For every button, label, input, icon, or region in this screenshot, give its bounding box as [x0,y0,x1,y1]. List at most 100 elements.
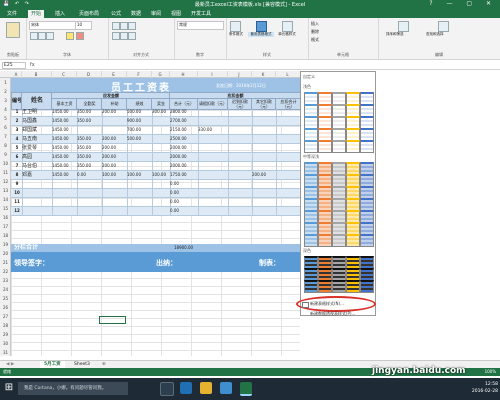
cell-total[interactable]: 2000.00 [169,153,199,162]
table-style-swatch[interactable] [304,140,318,153]
cell-deduct-total[interactable] [275,135,302,144]
cell-late[interactable] [227,180,253,189]
cell-total[interactable]: 0.00 [169,189,199,198]
tab-file[interactable]: 文件 [4,10,20,18]
cell-other[interactable] [251,135,277,144]
underline-icon[interactable] [46,32,54,40]
cell-late[interactable] [227,135,253,144]
cell-late[interactable] [227,126,253,135]
cell-bonus[interactable] [151,126,171,135]
cell-perf[interactable]: 900.00 [126,117,153,126]
cell-name[interactable]: 马五南 [21,135,53,144]
cell-subsidy[interactable]: 200.00 [101,162,128,171]
row-header[interactable]: 8 [0,141,11,150]
cortana-search-box[interactable]: 我是 Cortana，小娜。有问题尽管问我。 [18,382,128,395]
cell-total[interactable]: 0.00 [169,180,199,189]
fill-color-icon[interactable] [66,32,74,40]
cell-deduct-total[interactable] [275,198,302,207]
font-size-box[interactable]: 10 [75,21,92,30]
cell-perf[interactable] [126,180,153,189]
cell-base[interactable]: 1450.00 [51,144,78,153]
cell-perf[interactable]: 500.00 [126,135,153,144]
tab-data[interactable]: 数据 [128,10,144,18]
cell-base[interactable]: 1450.00 [51,117,78,126]
cell-deduct-total[interactable] [275,153,302,162]
cell-name[interactable] [21,207,53,216]
table-style-swatch[interactable] [332,280,346,293]
cell-other[interactable] [251,162,277,171]
cell-other[interactable] [251,144,277,153]
row-header[interactable]: 27 [0,312,11,321]
cell-subsidy[interactable]: 200.00 [101,135,128,144]
cell-bonus[interactable] [151,189,171,198]
cell-other[interactable] [251,198,277,207]
row-header[interactable]: 7 [0,132,11,141]
tab-insert[interactable]: 插入 [52,10,68,18]
cell-subsidy[interactable] [101,180,128,189]
table-style-swatch[interactable] [360,234,374,247]
cell-subsidy[interactable]: 200.00 [101,108,128,117]
insert-button[interactable]: 插入 [311,21,319,27]
cell-other[interactable] [251,153,277,162]
number-format-box[interactable]: 常规 [177,21,224,30]
row-header[interactable]: 17 [0,222,11,231]
row-header[interactable]: 19 [0,240,11,249]
cell-late[interactable] [227,153,253,162]
cell-late[interactable] [227,162,253,171]
col-header[interactable]: H [169,71,198,78]
table-style-swatch[interactable] [332,140,346,153]
cell-perf[interactable]: 700.00 [126,126,153,135]
font-name-box[interactable]: 宋体 [29,21,76,30]
cell-leave[interactable] [197,207,229,216]
cell-attend[interactable] [76,180,103,189]
cell-subsidy[interactable] [101,117,128,126]
cell-total[interactable]: 0.00 [169,207,199,216]
table-format-button[interactable]: 套用表格格式 [248,32,274,37]
bold-icon[interactable] [30,32,38,40]
system-clock[interactable]: 12:58 2016-02-28 [462,381,498,395]
cell-subsidy[interactable] [101,198,128,207]
cell-bonus[interactable] [151,207,171,216]
cell-subsidy[interactable]: 100.00 [101,171,128,180]
row-header[interactable]: 23 [0,276,11,285]
row-header[interactable]: 25 [0,294,11,303]
cell-bonus[interactable] [151,198,171,207]
table-style-swatch[interactable] [346,280,360,293]
cell-deduct-total[interactable] [275,117,302,126]
cell-other[interactable] [251,108,277,117]
cell-name[interactable]: 张爱琴 [21,144,53,153]
cell-total[interactable]: 2150.00 [169,126,199,135]
cell-perf[interactable]: 500.00 [126,108,153,117]
task-view-icon[interactable] [160,382,174,396]
cell-total[interactable]: 2800.00 [169,108,199,117]
cell-base[interactable]: 1450.00 [51,126,78,135]
cell-name[interactable]: 高园 [21,153,53,162]
cell-late[interactable] [227,207,253,216]
cell-bonus[interactable] [151,135,171,144]
align-middle-icon[interactable] [120,22,128,30]
cell-other[interactable]: 200.00 [251,171,277,180]
window-controls[interactable]: ? — ▢ ✕ [429,0,497,7]
cell-perf[interactable] [126,189,153,198]
cell-bonus[interactable] [151,162,171,171]
cell-name[interactable]: 马台伯 [21,162,53,171]
col-header[interactable]: D [76,71,102,78]
name-box[interactable]: E25 [2,62,26,69]
row-header[interactable]: 29 [0,330,11,339]
row-header[interactable]: 2 [0,87,11,96]
row-header[interactable]: 11 [0,168,11,177]
table-format-icon[interactable] [256,21,267,32]
cell-base[interactable] [51,180,78,189]
cell-attend[interactable] [76,189,103,198]
row-header[interactable]: 15 [0,204,11,213]
cell-styles-icon[interactable] [282,21,293,32]
tab-formulas[interactable]: 公式 [108,10,124,18]
table-style-swatch[interactable] [360,140,374,153]
cell-subsidy[interactable] [101,189,128,198]
cell-name[interactable]: 郑国斌 [21,126,53,135]
col-header[interactable]: K [251,71,276,78]
tab-view[interactable]: 视图 [168,10,184,18]
cell-total[interactable]: 0.00 [169,198,199,207]
file-explorer-icon[interactable] [200,382,212,394]
cell-base[interactable]: 1450.00 [51,171,78,180]
